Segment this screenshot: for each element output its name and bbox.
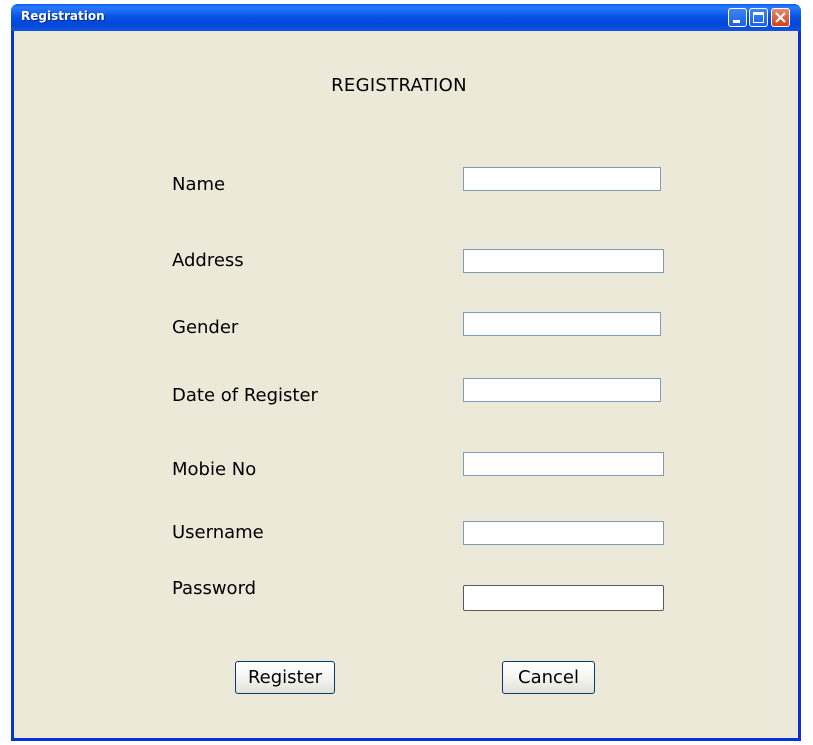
username-field[interactable] [463,521,664,545]
register-button[interactable]: Register [235,661,335,694]
minimize-icon [733,20,740,23]
address-label: Address [172,250,244,271]
registration-window: Registration REGISTRATION Name Address G… [11,4,801,741]
date-of-register-field[interactable] [463,378,661,402]
window-title: Registration [21,9,105,23]
minimize-button[interactable] [728,8,747,27]
form-heading: REGISTRATION [331,75,467,96]
form-panel: REGISTRATION Name Address Gender Date of… [14,31,798,738]
gender-field[interactable] [463,312,661,336]
mobile-no-field[interactable] [463,452,664,476]
mobile-no-label: Mobie No [172,459,257,480]
password-field[interactable] [463,585,664,611]
maximize-icon [753,12,764,23]
close-button[interactable] [771,8,790,27]
close-icon [775,12,786,23]
maximize-button[interactable] [749,8,768,27]
name-label: Name [172,174,226,195]
cancel-button[interactable]: Cancel [502,661,595,694]
address-field[interactable] [463,249,664,273]
title-bar[interactable]: Registration [11,4,801,31]
password-label: Password [172,578,257,599]
name-field[interactable] [463,167,661,191]
gender-label: Gender [172,317,239,338]
date-of-register-label: Date of Register [172,385,318,406]
username-label: Username [172,522,264,543]
